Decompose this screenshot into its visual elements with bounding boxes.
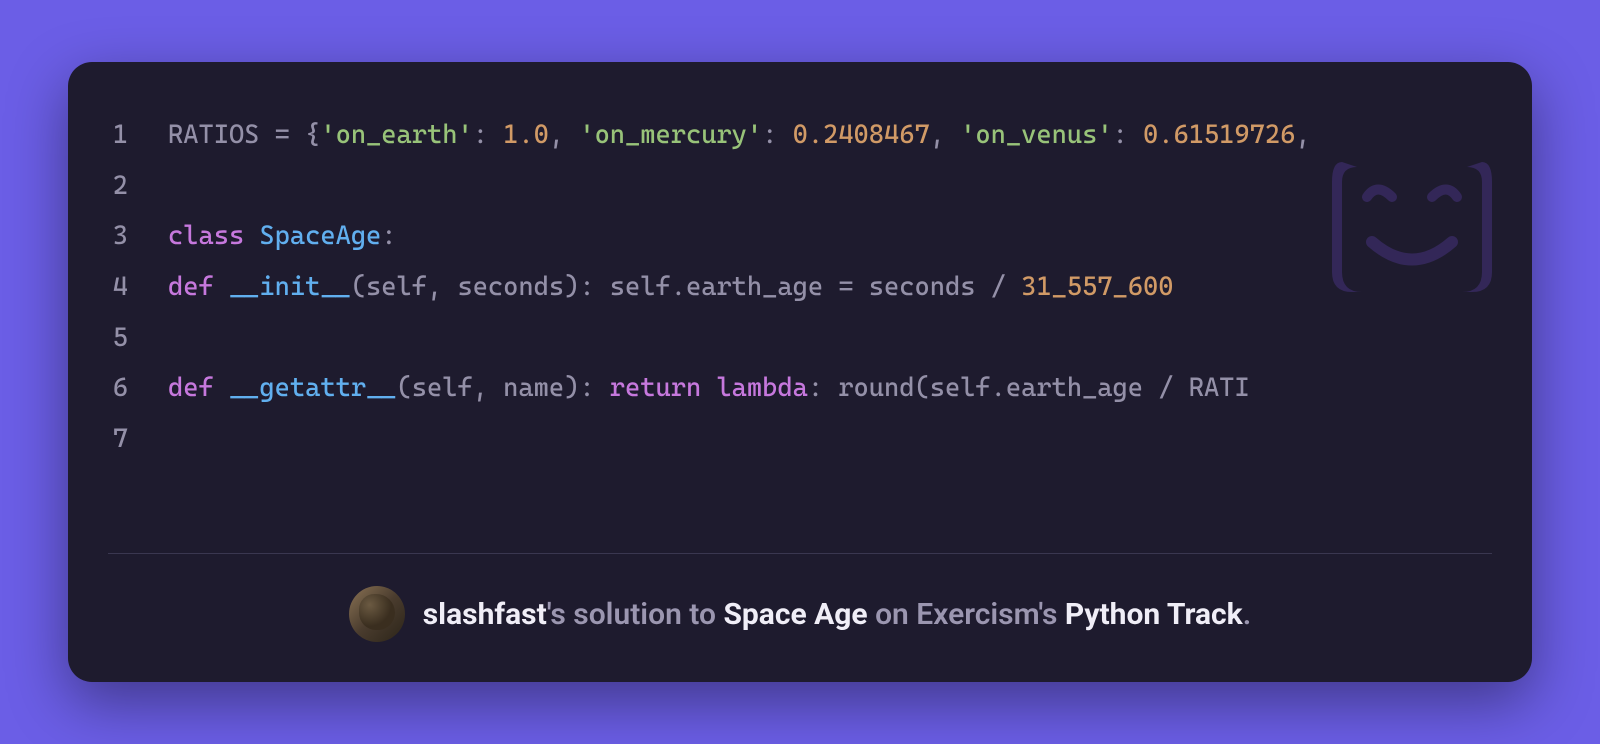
caption-solution-to: solution to [573, 597, 723, 632]
code-content [168, 313, 183, 364]
code-content: def __init__(self, seconds): self.earth_… [168, 262, 1173, 313]
code-content [168, 414, 183, 465]
code-line: 6 def __getattr__(self, name): return la… [108, 363, 1492, 414]
caption-on: on [868, 597, 917, 632]
code-block: 1RATIOS = {'on_earth': 1.0, 'on_mercury'… [68, 62, 1532, 553]
code-card: 1RATIOS = {'on_earth': 1.0, 'on_mercury'… [68, 62, 1532, 682]
code-content: RATIOS = {'on_earth': 1.0, 'on_mercury':… [168, 110, 1311, 161]
track-name: Python Track [1065, 597, 1243, 632]
line-number: 2 [108, 161, 168, 212]
code-line: 7 [108, 414, 1492, 465]
line-number: 1 [108, 110, 168, 161]
code-line: 2 [108, 161, 1492, 212]
exercise-name: Space Age [723, 597, 867, 632]
caption-possessive2: 's [1038, 597, 1065, 632]
user-avatar [349, 586, 405, 642]
caption-text: slashfast's solution to Space Age on Exe… [423, 597, 1252, 632]
code-line: 1RATIOS = {'on_earth': 1.0, 'on_mercury'… [108, 110, 1492, 161]
code-content [168, 161, 183, 212]
card-footer: slashfast's solution to Space Age on Exe… [68, 554, 1532, 682]
code-line: 3class SpaceAge: [108, 211, 1492, 262]
line-number: 4 [108, 262, 168, 313]
code-content: class SpaceAge: [168, 211, 397, 262]
platform-name: Exercism [916, 597, 1038, 632]
caption-period: . [1243, 597, 1252, 632]
code-content: def __getattr__(self, name): return lamb… [168, 363, 1250, 414]
line-number: 5 [108, 313, 168, 364]
line-number: 3 [108, 211, 168, 262]
caption-possessive: 's [547, 597, 574, 632]
line-number: 6 [108, 363, 168, 414]
code-line: 4 def __init__(self, seconds): self.eart… [108, 262, 1492, 313]
line-number: 7 [108, 414, 168, 465]
code-line: 5 [108, 313, 1492, 364]
username: slashfast [423, 597, 547, 632]
